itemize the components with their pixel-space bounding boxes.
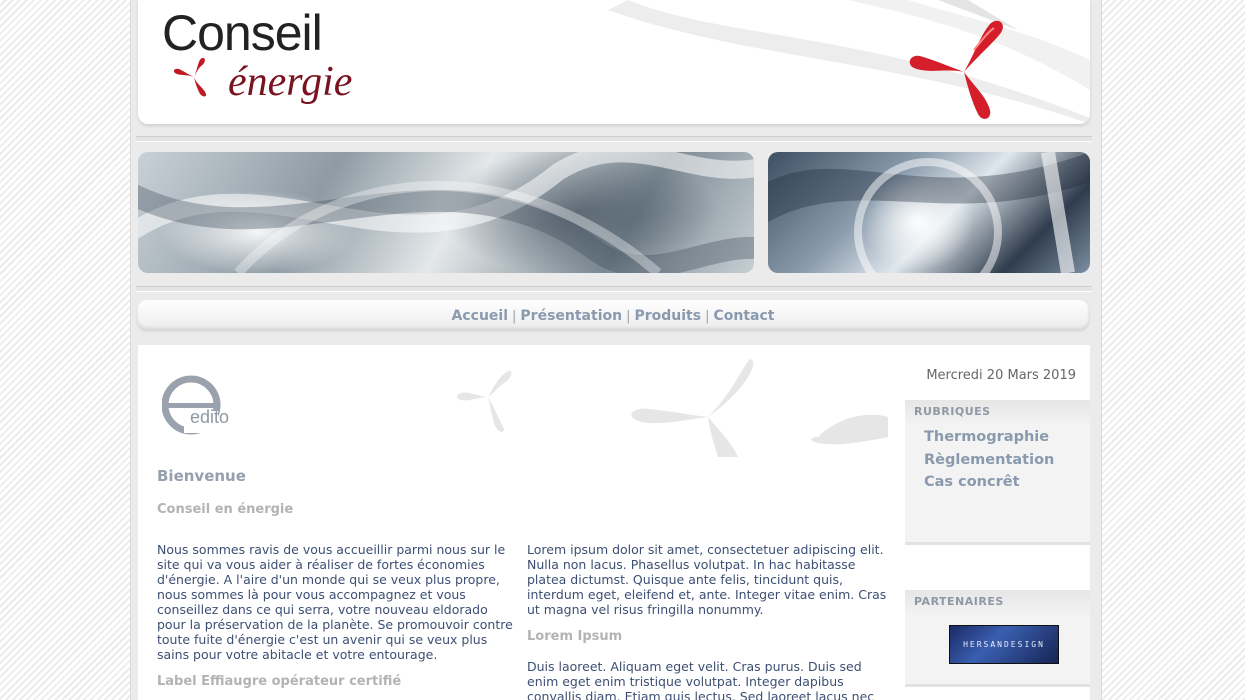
partner-logo-hersandesign[interactable]: HERSANDESIGN bbox=[949, 625, 1059, 664]
main-navigation: Accueil | Présentation | Produits | Contact bbox=[137, 300, 1089, 330]
rubrique-cas-concret[interactable]: Cas concrêt bbox=[924, 471, 1090, 494]
rubriques-box: Thermographie Règlementation Cas concrêt bbox=[905, 424, 1090, 545]
energy-propeller-logo-icon bbox=[173, 57, 207, 97]
banner-swirl-graphic bbox=[138, 152, 754, 273]
banner-divider bbox=[136, 286, 1092, 292]
nav-separator: | bbox=[705, 309, 710, 324]
welcome-paragraph: Nous sommes ravis de vous accueillir par… bbox=[157, 542, 513, 662]
rubrique-reglementation[interactable]: Règlementation bbox=[924, 449, 1090, 472]
nav-separator: | bbox=[512, 309, 517, 324]
nav-accueil[interactable]: Accueil bbox=[452, 308, 509, 324]
main-content: edito Bienvenue Conseil en énergie Nous … bbox=[138, 345, 905, 700]
banner-image-abstract bbox=[138, 152, 754, 273]
partenaires-heading: PARTENAIRES bbox=[905, 590, 1090, 614]
rubrique-thermographie[interactable]: Thermographie bbox=[924, 426, 1090, 449]
edito-label: edito bbox=[190, 407, 230, 427]
section-subtitle: Conseil en énergie bbox=[157, 502, 294, 517]
nav-produits[interactable]: Produits bbox=[634, 308, 701, 324]
rubriques-heading: RUBRIQUES bbox=[905, 400, 1090, 424]
site-header: Conseil énergie bbox=[138, 0, 1090, 124]
page-title: Bienvenue bbox=[157, 467, 246, 485]
nav-presentation[interactable]: Présentation bbox=[520, 308, 622, 324]
banner-chrome-graphic bbox=[768, 152, 1090, 273]
header-divider bbox=[136, 136, 1092, 142]
current-date: Mercredi 20 Mars 2019 bbox=[926, 368, 1076, 383]
nav-separator: | bbox=[626, 309, 631, 324]
lorem-paragraph-2: Duis laoreet. Aliquam eget velit. Cras p… bbox=[527, 659, 875, 700]
propeller-icon bbox=[909, 20, 1003, 119]
sidebar: Mercredi 20 Mars 2019 RUBRIQUES Thermogr… bbox=[905, 345, 1090, 700]
propeller-watermark-icon bbox=[456, 359, 888, 457]
label-heading: Label Effiaugre opérateur certifié bbox=[157, 674, 402, 689]
partenaires-box: HERSANDESIGN bbox=[905, 614, 1090, 687]
lorem-heading: Lorem Ipsum bbox=[527, 629, 623, 644]
banner-image-chrome bbox=[768, 152, 1090, 273]
lorem-paragraph-1: Lorem ipsum dolor sit amet, consectetuer… bbox=[527, 542, 887, 617]
logo-energie: énergie bbox=[228, 59, 353, 105]
nav-contact[interactable]: Contact bbox=[713, 308, 774, 324]
